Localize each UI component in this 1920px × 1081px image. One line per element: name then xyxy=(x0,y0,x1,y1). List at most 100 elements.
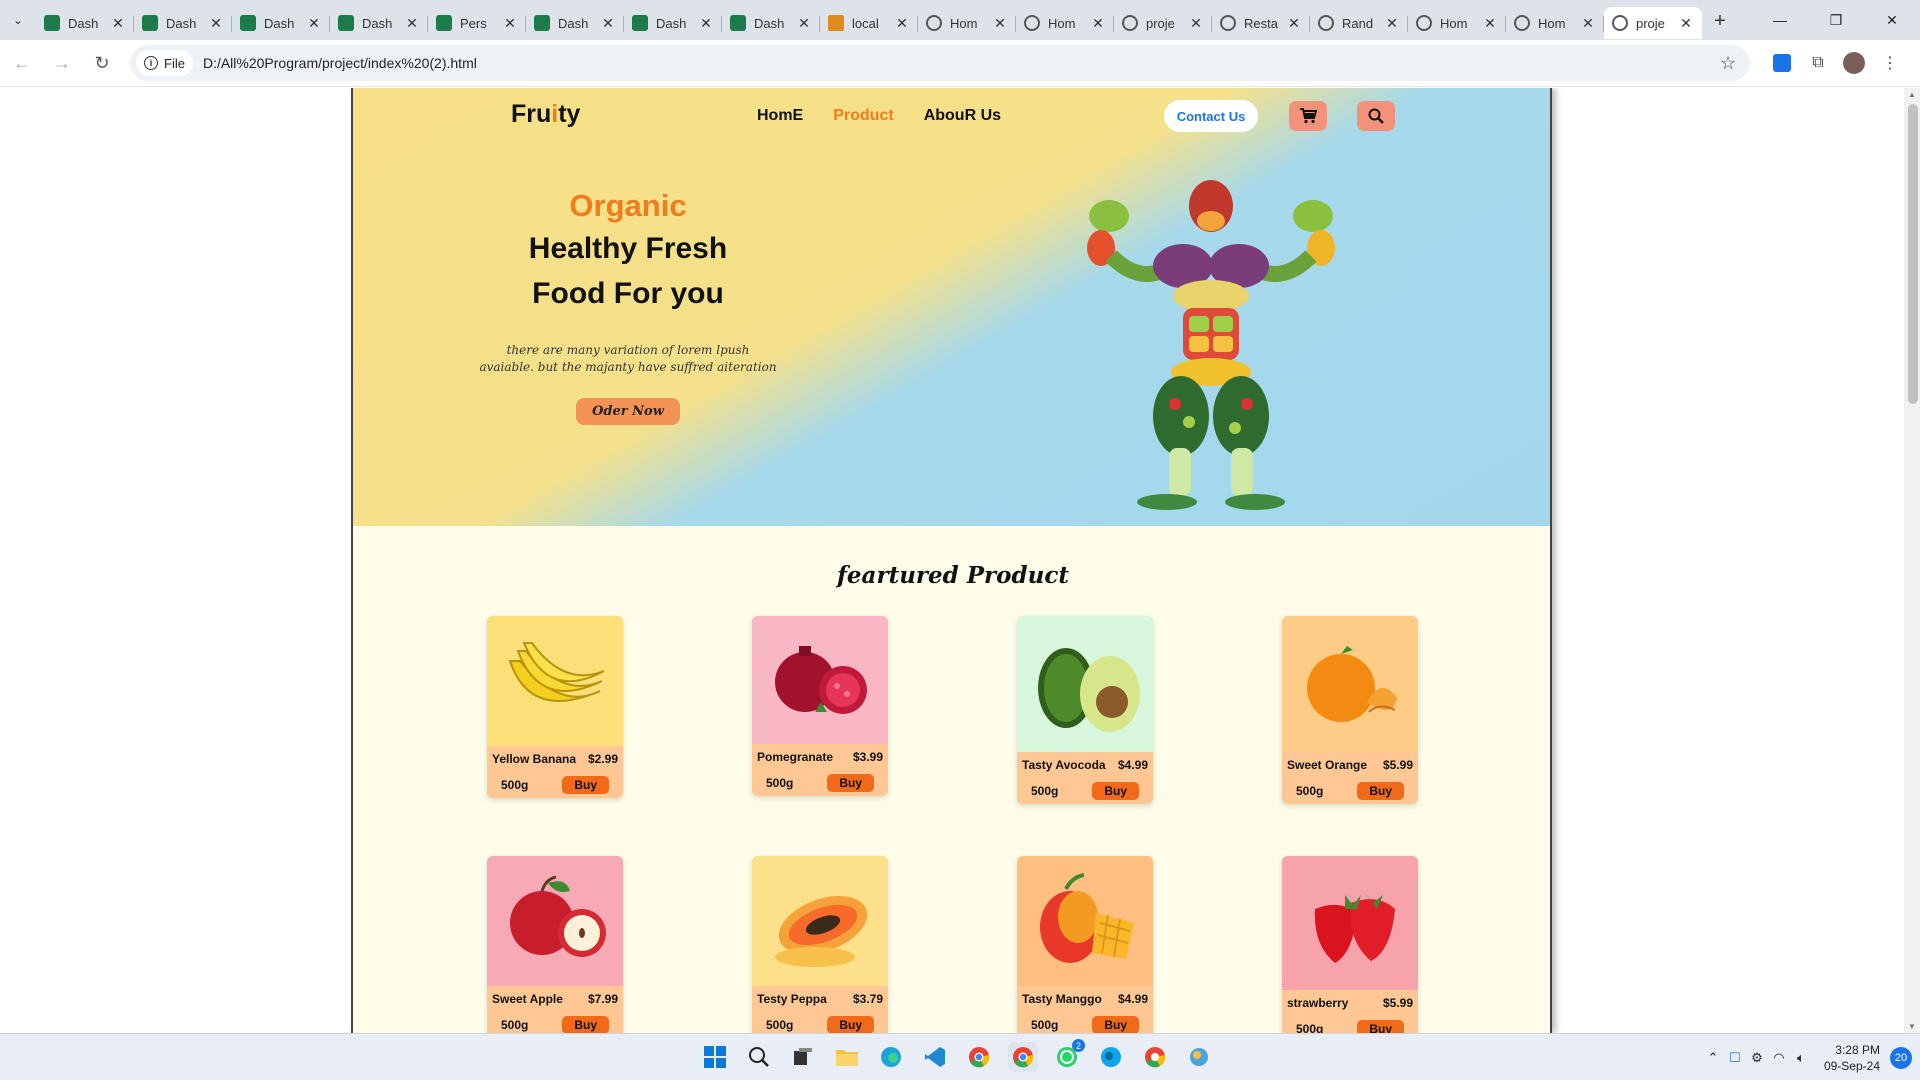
browser-tab[interactable]: Pers ✕ xyxy=(428,7,526,39)
tab-close-icon[interactable]: ✕ xyxy=(404,15,420,32)
vscode-icon[interactable] xyxy=(920,1042,950,1072)
contact-us-button[interactable]: Contact Us xyxy=(1164,100,1258,132)
bookmark-star-icon[interactable]: ☆ xyxy=(1720,53,1750,74)
tab-close-icon[interactable]: ✕ xyxy=(306,15,322,32)
onedrive-icon[interactable]: ☐ xyxy=(1724,1050,1746,1066)
scroll-down-arrow[interactable]: ▼ xyxy=(1908,1022,1916,1031)
browser-tab[interactable]: Dash ✕ xyxy=(330,7,428,39)
browser-tab[interactable]: Hom ✕ xyxy=(1016,7,1114,39)
buy-button[interactable]: Buy xyxy=(562,1016,609,1033)
product-info: Testy Peppa $3.79 xyxy=(752,986,888,1008)
address-bar[interactable]: i File D:/All%20Program/project/index%20… xyxy=(130,45,1750,81)
reload-button[interactable]: ↻ xyxy=(84,45,120,81)
browser-tab[interactable]: Dash ✕ xyxy=(134,7,232,39)
tab-close-icon[interactable]: ✕ xyxy=(698,15,714,32)
tab-close-icon[interactable]: ✕ xyxy=(502,15,518,32)
page-scrollbar[interactable]: ▲ ▼ xyxy=(1904,88,1920,1033)
profile-avatar[interactable] xyxy=(1836,52,1872,74)
search-button[interactable] xyxy=(1357,101,1395,131)
wifi-icon[interactable]: ◠ xyxy=(1768,1050,1790,1066)
product-card[interactable]: Tasty Avocoda $4.99 500g Buy xyxy=(1017,616,1153,804)
chrome-icon[interactable] xyxy=(964,1042,994,1072)
tray-overflow-icon[interactable]: ⌃ xyxy=(1702,1050,1724,1066)
new-tab-button[interactable]: + xyxy=(1702,10,1738,33)
tab-close-icon[interactable]: ✕ xyxy=(110,15,126,32)
minimize-button[interactable]: — xyxy=(1752,0,1808,40)
buy-button[interactable]: Buy xyxy=(562,776,609,794)
browser-tab[interactable]: Hom ✕ xyxy=(918,7,1016,39)
close-window-button[interactable]: ✕ xyxy=(1864,0,1920,40)
tab-close-icon[interactable]: ✕ xyxy=(1678,15,1694,32)
browser-tab[interactable]: Dash ✕ xyxy=(526,7,624,39)
windows-start-icon[interactable] xyxy=(700,1042,730,1072)
nav-home[interactable]: HomE xyxy=(757,107,803,125)
chrome-profile-icon[interactable] xyxy=(1008,1042,1038,1072)
product-card[interactable]: strawberry $5.99 500g Buy xyxy=(1282,856,1418,1033)
buy-button[interactable]: Buy xyxy=(1092,782,1139,800)
product-card[interactable]: Sweet Orange $5.99 500g Buy xyxy=(1282,616,1418,804)
tab-close-icon[interactable]: ✕ xyxy=(1482,15,1498,32)
back-button[interactable]: ← xyxy=(4,45,40,81)
browser-tab[interactable]: Dash ✕ xyxy=(232,7,330,39)
buy-button[interactable]: Buy xyxy=(1357,782,1404,800)
nav-about[interactable]: AbouR Us xyxy=(924,107,1001,125)
url-text[interactable]: D:/All%20Program/project/index%20(2).htm… xyxy=(203,55,1720,71)
tab-close-icon[interactable]: ✕ xyxy=(1090,15,1106,32)
network-status-icon[interactable]: ⚙ xyxy=(1746,1050,1768,1066)
cart-button[interactable] xyxy=(1289,101,1327,131)
clock[interactable]: 3:28 PM 09-Sep-24 xyxy=(1824,1042,1880,1074)
tab-close-icon[interactable]: ✕ xyxy=(1286,15,1302,32)
tab-close-icon[interactable]: ✕ xyxy=(208,15,224,32)
product-card[interactable]: Yellow Banana $2.99 500g Buy xyxy=(487,616,623,798)
tab-close-icon[interactable]: ✕ xyxy=(796,15,812,32)
task-view-icon[interactable] xyxy=(788,1042,818,1072)
restore-button[interactable]: ❐ xyxy=(1808,0,1864,40)
browser-menu-icon[interactable]: ⋮ xyxy=(1872,53,1908,73)
tab-close-icon[interactable]: ✕ xyxy=(1580,15,1596,32)
browser-tab[interactable]: Dash ✕ xyxy=(722,7,820,39)
product-card[interactable]: Tasty Manggo $4.99 500g Buy xyxy=(1017,856,1153,1033)
browser-tab[interactable]: Rand ✕ xyxy=(1310,7,1408,39)
tab-close-icon[interactable]: ✕ xyxy=(894,15,910,32)
file-explorer-icon[interactable] xyxy=(832,1042,862,1072)
order-now-button[interactable]: Oder Now xyxy=(576,398,680,425)
edge-beta-icon[interactable] xyxy=(1096,1042,1126,1072)
volume-icon[interactable]: 🔈︎ xyxy=(1790,1050,1812,1066)
buy-button[interactable]: Buy xyxy=(827,1016,874,1033)
weather-app-icon[interactable] xyxy=(1184,1042,1214,1072)
browser-tab[interactable]: Hom ✕ xyxy=(1408,7,1506,39)
product-card[interactable]: Testy Peppa $3.79 500g Buy xyxy=(752,856,888,1033)
site-logo[interactable]: Fruity xyxy=(511,100,580,129)
browser-tab[interactable]: proje ✕ xyxy=(1114,7,1212,39)
extension-icon[interactable] xyxy=(1764,54,1800,72)
search-icon[interactable] xyxy=(744,1042,774,1072)
browser-tab[interactable]: Resta ✕ xyxy=(1212,7,1310,39)
site-info-chip[interactable]: i File xyxy=(136,50,193,76)
browser-tab[interactable]: Dash ✕ xyxy=(624,7,722,39)
tab-close-icon[interactable]: ✕ xyxy=(1188,15,1204,32)
browser-tab[interactable]: Hom ✕ xyxy=(1506,7,1604,39)
product-card[interactable]: Sweet Apple $7.99 500g Buy xyxy=(487,856,623,1033)
product-price: $2.99 xyxy=(587,752,618,766)
browser-tab[interactable]: local ✕ xyxy=(820,7,918,39)
buy-button[interactable]: Buy xyxy=(827,774,874,792)
tab-close-icon[interactable]: ✕ xyxy=(1384,15,1400,32)
chrome-dev-icon[interactable] xyxy=(1140,1042,1170,1072)
scrollbar-thumb[interactable] xyxy=(1908,104,1918,404)
nav-product[interactable]: Product xyxy=(833,107,893,125)
extensions-puzzle-icon[interactable]: ⧉ xyxy=(1800,54,1836,72)
notification-badge[interactable]: 20 xyxy=(1890,1046,1912,1069)
scroll-up-arrow[interactable]: ▲ xyxy=(1908,90,1916,99)
edge-icon[interactable] xyxy=(876,1042,906,1072)
buy-button[interactable]: Buy xyxy=(1357,1020,1404,1033)
tab-search-icon[interactable]: ⌄ xyxy=(0,0,36,40)
tab-close-icon[interactable]: ✕ xyxy=(992,15,1008,32)
forward-button[interactable]: → xyxy=(44,45,80,81)
tab-close-icon[interactable]: ✕ xyxy=(600,15,616,32)
product-card[interactable]: Pomegranate $3.99 500g Buy xyxy=(752,616,888,796)
buy-button[interactable]: Buy xyxy=(1092,1016,1139,1033)
clock-date: 09-Sep-24 xyxy=(1823,1058,1880,1073)
browser-tab[interactable]: proje ✕ xyxy=(1604,7,1702,39)
browser-tab[interactable]: Dash ✕ xyxy=(36,7,134,39)
whatsapp-icon[interactable]: 2 xyxy=(1052,1039,1085,1072)
